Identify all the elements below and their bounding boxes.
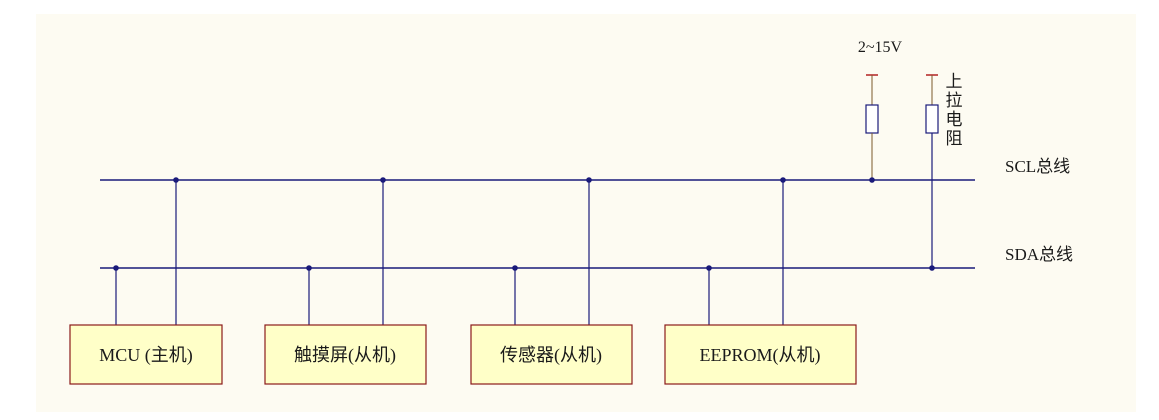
device-label: 传感器(从机)	[500, 345, 602, 366]
device-label: MCU (主机)	[99, 345, 193, 366]
device-label: EEPROM(从机)	[700, 345, 821, 366]
junction-dot	[173, 177, 179, 183]
junction-dot	[586, 177, 592, 183]
junction-dot	[869, 177, 875, 183]
junction-dot	[780, 177, 786, 183]
sda-bus-label: SDA总线	[1005, 245, 1073, 264]
device-sensor: 传感器(从机)	[470, 324, 633, 385]
junction-dot	[512, 265, 518, 271]
supply-voltage-label: 2~15V	[858, 39, 903, 56]
device-mcu: MCU (主机)	[69, 324, 223, 385]
junction-dot	[706, 265, 712, 271]
junction-dot	[380, 177, 386, 183]
scl-bus-label: SCL总线	[1005, 157, 1070, 176]
pullup-resistor-label: 上拉电阻	[943, 72, 963, 148]
i2c-bus-diagram: 2~15V 上拉电阻 SCL总线 SDA总线 MCU (主机) 触摸屏(从机) …	[36, 14, 1136, 412]
junction-dot	[113, 265, 119, 271]
device-eeprom: EEPROM(从机)	[664, 324, 857, 385]
device-label: 触摸屏(从机)	[294, 345, 396, 366]
device-touchscreen: 触摸屏(从机)	[264, 324, 427, 385]
junction-dot	[306, 265, 312, 271]
resistor-body	[865, 104, 879, 134]
resistor-body	[925, 104, 939, 134]
junction-dot	[929, 265, 935, 271]
